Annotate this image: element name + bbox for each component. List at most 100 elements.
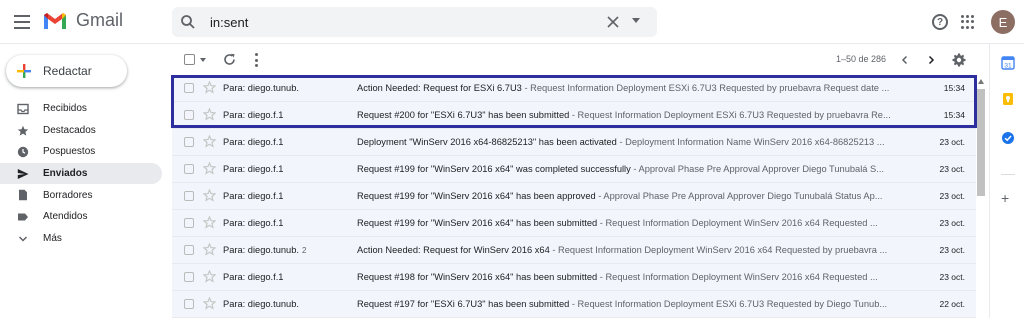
message-list: Para: diego.tunub. Action Needed: Request… <box>172 75 976 318</box>
row-checkbox[interactable] <box>184 83 194 93</box>
message-snippet: - Request Information Deployment ESXi 6.… <box>521 83 890 93</box>
message-snippet: - Request Information Deployment WinServ… <box>549 245 888 255</box>
main-menu-icon[interactable] <box>13 13 31 31</box>
top-bar: Gmail ? E <box>0 0 1024 44</box>
recipient-text: Para: diego.f.1 <box>223 191 284 201</box>
scrollbar-thumb[interactable] <box>977 89 985 196</box>
message-date: 22 oct. <box>939 299 965 309</box>
star-outline-icon[interactable] <box>203 216 216 229</box>
message-subject: Request #199 for "WinServ 2016 x64" has … <box>357 191 596 201</box>
message-date: 15:34 <box>943 110 965 120</box>
star-outline-icon[interactable] <box>203 162 216 175</box>
recipient-label: Para: diego.f.1 <box>223 191 353 201</box>
chevron-right-icon[interactable] <box>925 54 937 66</box>
inbox-icon <box>17 103 29 115</box>
gmail-app: Gmail ? E Redactar <box>0 0 1024 318</box>
message-row[interactable]: Para: diego.f.1 Request #200 for "ESXi 6.… <box>172 102 976 129</box>
star-outline-icon[interactable] <box>203 135 216 148</box>
account-avatar[interactable]: E <box>991 10 1015 34</box>
sidebar-item-label: Enviados <box>43 168 88 180</box>
pagination-count: 1–50 de 286 <box>836 54 887 64</box>
search-icon[interactable] <box>180 14 196 30</box>
help-icon[interactable]: ? <box>932 14 948 30</box>
search-bar[interactable] <box>172 7 657 37</box>
gmail-logo[interactable]: Gmail <box>42 10 123 31</box>
star-outline-icon[interactable] <box>203 81 216 94</box>
message-snippet: - Approval Phase Pre Approval Approver D… <box>595 191 883 201</box>
compose-label: Redactar <box>43 64 92 78</box>
apps-grid-icon[interactable] <box>961 15 975 29</box>
thread-count: 2 <box>301 246 307 255</box>
message-subject-line: Action Needed: Request for ESXi 6.7U3 - … <box>357 83 903 93</box>
message-date: 15:34 <box>943 83 965 93</box>
chevron-left-icon[interactable] <box>899 54 911 66</box>
star-outline-icon[interactable] <box>203 189 216 202</box>
star-outline-icon[interactable] <box>203 297 216 310</box>
gmail-wordmark: Gmail <box>76 10 124 30</box>
keep-icon[interactable] <box>1001 92 1015 106</box>
recipient-text: Para: diego.f.1 <box>223 110 284 120</box>
add-addon-icon[interactable]: + <box>1001 190 1009 206</box>
sidebar-item-starred[interactable]: Destacados <box>0 120 162 142</box>
sidebar-item-attended[interactable]: Atendidos <box>0 206 162 228</box>
message-subject: Action Needed: Request for WinServ 2016 … <box>357 245 550 255</box>
sidebar-item-sent[interactable]: Enviados <box>0 162 162 185</box>
sidebar-item-more[interactable]: Más <box>0 228 162 250</box>
message-row[interactable]: Para: diego.tunub. Request #197 for "ESXi… <box>172 291 976 318</box>
clear-search-icon[interactable] <box>605 14 621 30</box>
recipient-text: Para: diego.f.1 <box>223 272 284 282</box>
search-options-caret-icon[interactable] <box>632 18 640 23</box>
select-menu-caret-icon[interactable] <box>200 58 206 62</box>
row-checkbox[interactable] <box>184 137 194 147</box>
message-subject-line: Request #199 for "WinServ 2016 x64" has … <box>357 218 903 228</box>
select-all-checkbox[interactable] <box>184 54 195 65</box>
message-subject: Action Needed: Request for ESXi 6.7U3 <box>357 83 522 93</box>
star-outline-icon[interactable] <box>203 243 216 256</box>
message-row[interactable]: Para: diego.tunub. 2 Action Needed: Reques… <box>172 237 976 264</box>
message-row[interactable]: Para: diego.f.1 Request #199 for "WinServ… <box>172 156 976 183</box>
message-subject: Request #198 for "WinServ 2016 x64" has … <box>357 272 598 282</box>
refresh-icon[interactable] <box>223 53 236 66</box>
message-subject-line: Request #199 for "WinServ 2016 x64" has … <box>357 191 903 201</box>
star-outline-icon[interactable] <box>203 108 216 121</box>
send-icon <box>17 168 29 179</box>
row-checkbox[interactable] <box>184 299 194 309</box>
gmail-m-icon <box>44 12 66 29</box>
recipient-label: Para: diego.f.1 <box>223 110 353 120</box>
calendar-icon[interactable]: 31 <box>1001 56 1015 70</box>
sidebar-item-label: Atendidos <box>43 211 88 223</box>
message-row[interactable]: Para: diego.f.1 Request #199 for "WinServ… <box>172 183 976 210</box>
sidebar-item-drafts[interactable]: Borradores <box>0 184 162 206</box>
row-checkbox[interactable] <box>184 245 194 255</box>
sidebar-item-label: Recibidos <box>43 103 87 115</box>
sidebar-item-inbox[interactable]: Recibidos <box>0 98 162 120</box>
sidebar-item-label: Pospuestos <box>43 146 96 158</box>
message-subject: Request #197 for "ESXi 6.7U3" has been s… <box>357 299 570 309</box>
message-row[interactable]: Para: diego.tunub. Action Needed: Request… <box>172 75 976 102</box>
recipient-label: Para: diego.f.1 <box>223 272 353 282</box>
message-subject-line: Action Needed: Request for WinServ 2016 … <box>357 245 903 255</box>
compose-button[interactable]: Redactar <box>6 55 127 87</box>
recipient-label: Para: diego.tunub. 2 <box>223 245 353 255</box>
settings-gear-icon[interactable] <box>952 53 966 67</box>
message-row[interactable]: Para: diego.f.1 Request #198 for "WinServ… <box>172 264 976 291</box>
message-subject-line: Deployment "WinServ 2016 x64-86825213" h… <box>357 137 903 147</box>
row-checkbox[interactable] <box>184 110 194 120</box>
message-subject: Request #200 for "ESXi 6.7U3" has been s… <box>357 110 570 120</box>
message-snippet: - Request Information Deployment WinServ… <box>597 272 878 282</box>
scroll-up-arrow-icon[interactable] <box>978 79 984 84</box>
tasks-icon[interactable] <box>1001 131 1015 145</box>
more-options-icon[interactable] <box>255 53 259 67</box>
sidebar-item-snoozed[interactable]: Pospuestos <box>0 141 162 163</box>
star-outline-icon[interactable] <box>203 270 216 283</box>
row-checkbox[interactable] <box>184 272 194 282</box>
row-checkbox[interactable] <box>184 164 194 174</box>
message-subject-line: Request #199 for "WinServ 2016 x64" was … <box>357 164 903 174</box>
row-checkbox[interactable] <box>184 218 194 228</box>
message-row[interactable]: Para: diego.f.1 Request #199 for "WinServ… <box>172 210 976 237</box>
search-input[interactable] <box>210 13 590 31</box>
sidebar-item-label: Borradores <box>43 189 93 201</box>
row-checkbox[interactable] <box>184 191 194 201</box>
recipient-text: Para: diego.f.1 <box>223 137 284 147</box>
message-row[interactable]: Para: diego.f.1 Deployment "WinServ 2016 … <box>172 129 976 156</box>
